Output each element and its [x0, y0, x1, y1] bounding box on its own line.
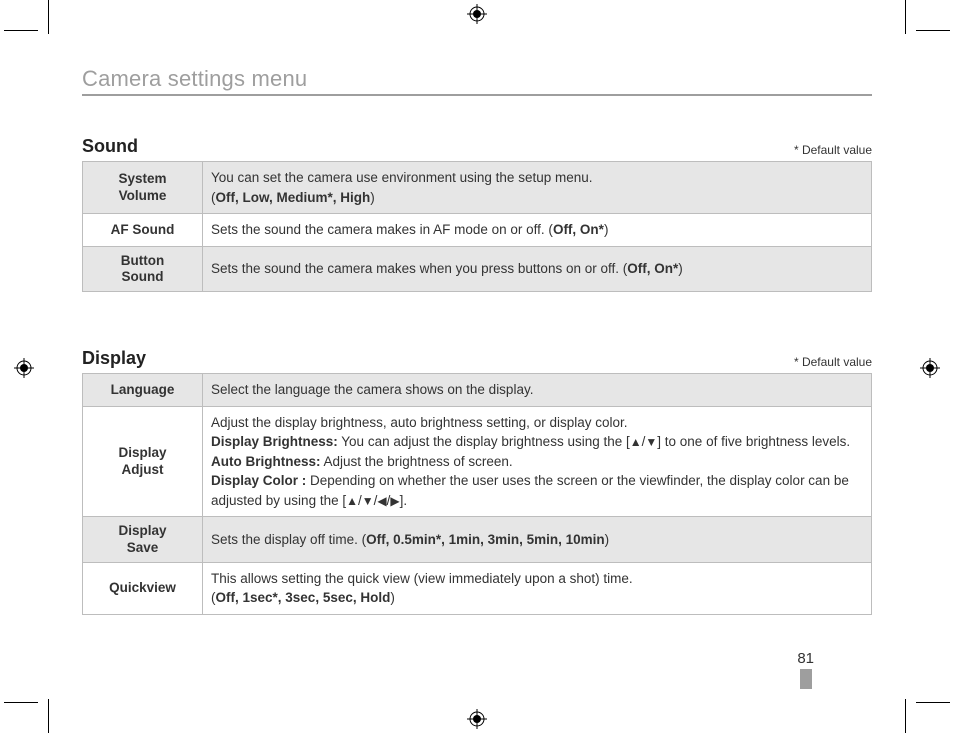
desc-text: ].	[400, 493, 408, 508]
options-text: Off, On*	[553, 222, 604, 237]
page-number: 81	[797, 650, 814, 667]
crop-mark	[916, 702, 950, 703]
left-arrow-icon: ◀	[377, 495, 386, 507]
row-label: Quickview	[83, 562, 203, 614]
sub-label: Display Brightness:	[211, 434, 338, 449]
table-row: Quickview This allows setting the quick …	[83, 562, 872, 614]
options-text: Off, 1sec*, 3sec, 5sec, Hold	[216, 590, 391, 605]
row-desc: Sets the sound the camera makes when you…	[203, 246, 872, 291]
section-header-display: Display * Default value	[82, 348, 872, 369]
options-text: Off, On*	[627, 261, 678, 276]
row-label: Display Adjust	[83, 406, 203, 517]
desc-text: You can adjust the display brightness us…	[338, 434, 630, 449]
label-text: System	[118, 171, 166, 186]
label-text: Adjust	[122, 462, 164, 477]
default-value-note: * Default value	[794, 143, 872, 157]
registration-mark-icon	[467, 4, 487, 24]
registration-mark-icon	[467, 709, 487, 729]
section-title: Sound	[82, 136, 138, 157]
row-desc: Select the language the camera shows on …	[203, 374, 872, 407]
label-text: Sound	[122, 269, 164, 284]
row-desc: You can set the camera use environment u…	[203, 162, 872, 214]
crop-mark	[4, 702, 38, 703]
paren: )	[370, 190, 375, 205]
desc-text: Sets the sound the camera makes in AF mo…	[211, 222, 553, 237]
row-desc: Adjust the display brightness, auto brig…	[203, 406, 872, 517]
crop-mark	[905, 699, 906, 733]
table-row: AF Sound Sets the sound the camera makes…	[83, 214, 872, 247]
up-arrow-icon: ▲	[630, 436, 642, 448]
label-text: Save	[127, 540, 159, 555]
row-desc: Sets the display off time. (Off, 0.5min*…	[203, 517, 872, 562]
page-number-block: 81	[797, 650, 814, 689]
right-arrow-icon: ▶	[390, 495, 399, 507]
desc-text: ] to one of five brightness levels.	[657, 434, 850, 449]
paren: )	[678, 261, 683, 276]
row-label: AF Sound	[83, 214, 203, 247]
row-label: Language	[83, 374, 203, 407]
label-text: Volume	[119, 188, 167, 203]
desc-text: Adjust the display brightness, auto brig…	[211, 415, 627, 430]
section-title: Display	[82, 348, 146, 369]
row-desc: This allows setting the quick view (view…	[203, 562, 872, 614]
row-label: System Volume	[83, 162, 203, 214]
display-table: Language Select the language the camera …	[82, 373, 872, 615]
crop-mark	[48, 699, 49, 733]
table-row: Language Select the language the camera …	[83, 374, 872, 407]
table-row: Button Sound Sets the sound the camera m…	[83, 246, 872, 291]
page-number-bar	[800, 669, 812, 689]
options-text: Off, Low, Medium*, High	[216, 190, 371, 205]
label-text: Button	[121, 253, 164, 268]
crop-mark	[916, 30, 950, 31]
sound-table: System Volume You can set the camera use…	[82, 161, 872, 292]
page-title: Camera settings menu	[82, 66, 872, 96]
sub-label: Display Color :	[211, 473, 306, 488]
desc-text: Sets the display off time. (	[211, 532, 366, 547]
options-text: Off, 0.5min*, 1min, 3min, 5min, 10min	[366, 532, 605, 547]
desc-text: Adjust the brightness of screen.	[321, 454, 513, 469]
crop-mark	[48, 0, 49, 34]
label-text: Display	[118, 523, 166, 538]
down-arrow-icon: ▼	[362, 495, 374, 507]
desc-text: This allows setting the quick view (view…	[211, 571, 633, 586]
row-label: Button Sound	[83, 246, 203, 291]
sub-label: Auto Brightness:	[211, 454, 321, 469]
paren: )	[390, 590, 395, 605]
desc-text: Sets the sound the camera makes when you…	[211, 261, 627, 276]
default-value-note: * Default value	[794, 355, 872, 369]
registration-mark-icon	[14, 358, 34, 378]
crop-mark	[905, 0, 906, 34]
table-row: System Volume You can set the camera use…	[83, 162, 872, 214]
section-header-sound: Sound * Default value	[82, 136, 872, 157]
label-text: Display	[118, 445, 166, 460]
paren: )	[604, 222, 609, 237]
row-label: Display Save	[83, 517, 203, 562]
desc-text: You can set the camera use environment u…	[211, 170, 593, 185]
down-arrow-icon: ▼	[645, 436, 657, 448]
registration-mark-icon	[920, 358, 940, 378]
manual-page: Camera settings menu Sound * Default val…	[0, 0, 954, 733]
paren: )	[605, 532, 610, 547]
desc-text: Depending on whether the user uses the s…	[211, 473, 849, 508]
table-row: Display Adjust Adjust the display bright…	[83, 406, 872, 517]
row-desc: Sets the sound the camera makes in AF mo…	[203, 214, 872, 247]
table-row: Display Save Sets the display off time. …	[83, 517, 872, 562]
crop-mark	[4, 30, 38, 31]
up-arrow-icon: ▲	[346, 495, 358, 507]
